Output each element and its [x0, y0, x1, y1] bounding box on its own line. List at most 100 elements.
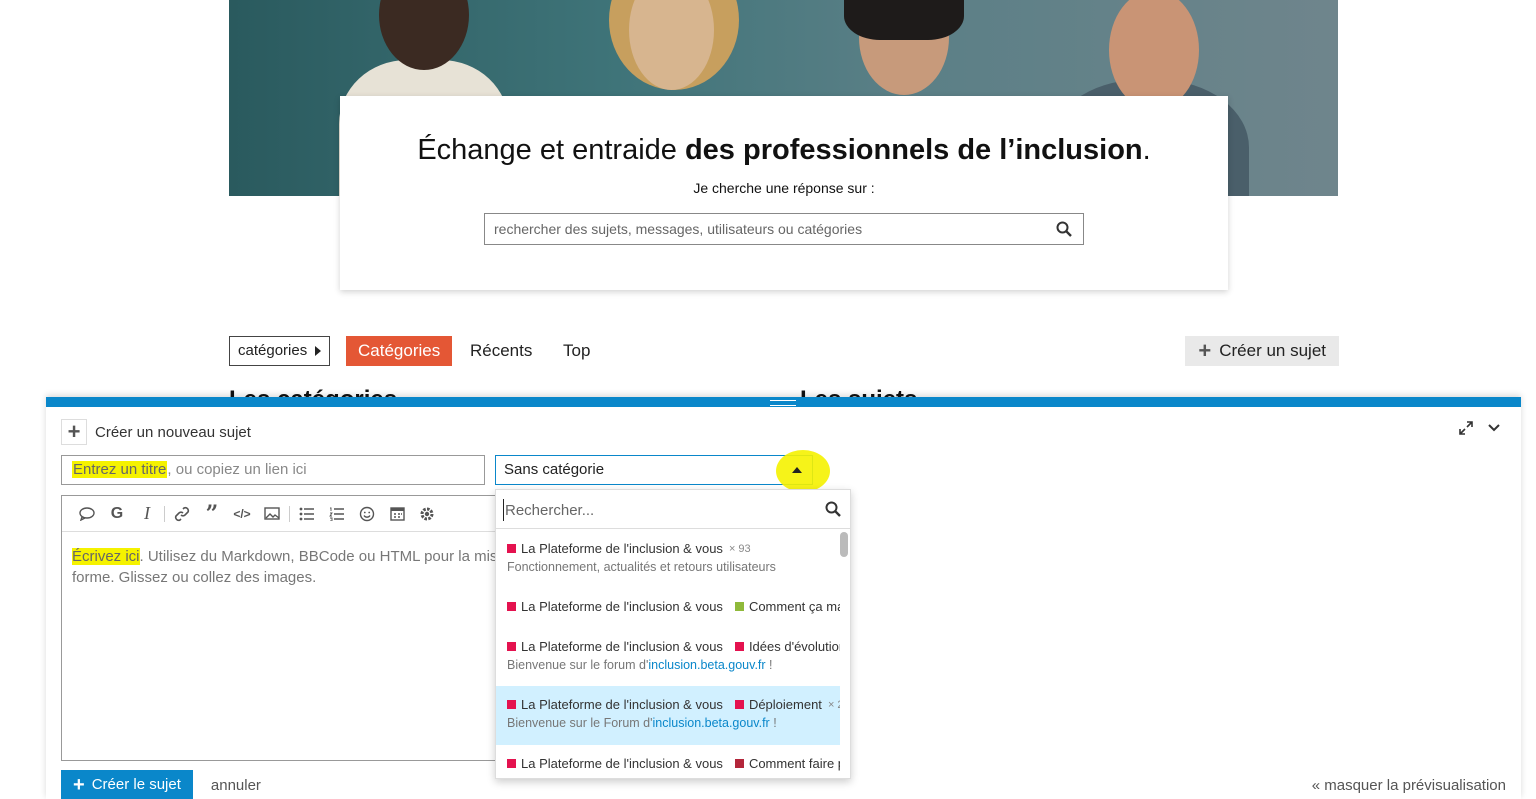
create-topic-submit-button[interactable]: + Créer le sujet: [61, 770, 193, 799]
topic-count: × 2: [827, 698, 840, 711]
category-color-badge: [734, 700, 744, 709]
description-link[interactable]: inclusion.beta.gouv.fr: [648, 658, 765, 672]
category-option-line: La Plateforme de l'inclusion & vous × 93: [507, 541, 830, 556]
blockquote-icon[interactable]: ”: [197, 496, 227, 532]
tab-categories[interactable]: Catégories: [346, 336, 453, 366]
subcategory-name: Idées d'évolution: [748, 639, 840, 654]
composer-controls: [1459, 421, 1501, 435]
subcategory-name: Comment ça marche: [748, 599, 840, 614]
search-icon[interactable]: [1056, 221, 1072, 237]
gear-icon[interactable]: [412, 496, 442, 532]
submit-label: Créer le sujet: [91, 776, 181, 793]
search-icon: [825, 501, 841, 517]
chevron-down-icon[interactable]: [1487, 421, 1501, 435]
parent-category-name: La Plateforme de l'inclusion & vous: [521, 541, 723, 556]
editor-placeholder-highlight: Écrivez ici: [72, 548, 140, 565]
hero-subtitle: Je cherche une réponse sur :: [693, 180, 875, 196]
plus-icon: +: [61, 419, 87, 445]
calendar-icon[interactable]: [382, 496, 412, 532]
category-dropdown-menu: La Plateforme de l'inclusion & vous × 93 F…: [495, 489, 851, 779]
topic-count: × 93: [728, 542, 751, 555]
description-text: Fonctionnement, actualités et retours ut…: [507, 560, 776, 574]
editor-placeholder: Écrivez ici. Utilisez du Markdown, BBCod…: [72, 546, 496, 588]
hero-title: Échange et entraide des professionnels d…: [417, 134, 1151, 166]
category-option-list: La Plateforme de l'inclusion & vous × 93 F…: [496, 530, 840, 778]
hero-search-input[interactable]: [485, 214, 1045, 244]
plus-icon: +: [73, 774, 85, 796]
parent-category-name: La Plateforme de l'inclusion & vous: [521, 756, 723, 771]
category-color-badge: [507, 700, 516, 709]
category-search-box: [496, 490, 850, 529]
navigation-bar: catégories Catégories Récents Top + Crée…: [229, 336, 1339, 366]
composer-action-title[interactable]: + Créer un nouveau sujet: [61, 419, 251, 445]
caret-highlight-mark: [776, 450, 830, 492]
quote-icon[interactable]: [72, 496, 102, 532]
image-icon[interactable]: [257, 496, 287, 532]
italic-icon[interactable]: I: [132, 496, 162, 532]
subcategory-name: Comment faire pour: [748, 756, 840, 771]
category-option-line: La Plateforme de l'inclusion & vous Comme…: [507, 599, 840, 614]
category-option[interactable]: La Plateforme de l'inclusion & vous × 93 F…: [496, 530, 840, 588]
category-option-line: La Plateforme de l'inclusion & vous Idées…: [507, 639, 840, 654]
create-topic-button[interactable]: + Créer un sujet: [1185, 336, 1339, 366]
title-placeholder-rest: , ou copiez un lien ici: [167, 461, 307, 478]
topic-title-input[interactable]: Entrez un titre, ou copiez un lien ici: [61, 455, 485, 485]
topic-editor[interactable]: G I ” </> Écrivez ici. Utilisez du Markd…: [61, 495, 497, 761]
category-description: Bienvenue sur le Forum d'inclusion.beta.…: [507, 716, 830, 730]
caret-up-icon: [792, 467, 802, 473]
create-topic-label: Créer un sujet: [1219, 341, 1326, 360]
toggle-preview-link[interactable]: « masquer la prévisualisation: [1312, 777, 1506, 794]
bullet-list-icon[interactable]: [292, 496, 322, 532]
category-option[interactable]: La Plateforme de l'inclusion & vous Comme…: [496, 588, 840, 628]
description-end: !: [769, 716, 777, 730]
category-option[interactable]: La Plateforme de l'inclusion & vous Déplo…: [496, 686, 840, 745]
scrollbar-thumb[interactable]: [840, 532, 848, 557]
category-option[interactable]: La Plateforme de l'inclusion & vous Comme…: [496, 745, 840, 778]
dropdown-scrollbar[interactable]: [840, 532, 848, 772]
composer-action-label: Créer un nouveau sujet: [95, 423, 251, 441]
description-text: Bienvenue sur le forum d': [507, 658, 649, 672]
category-option[interactable]: La Plateforme de l'inclusion & vous Idées…: [496, 628, 840, 686]
description-link[interactable]: inclusion.beta.gouv.fr: [653, 716, 770, 730]
category-option-line: La Plateforme de l'inclusion & vous Comme…: [507, 756, 840, 771]
category-color-badge: [734, 759, 744, 768]
category-color-badge: [507, 759, 516, 768]
subcategory-name: Déploiement: [748, 697, 822, 712]
categories-dropdown[interactable]: catégories: [229, 336, 331, 366]
parent-category-name: La Plateforme de l'inclusion & vous: [521, 639, 723, 654]
expand-icon[interactable]: [1459, 421, 1473, 435]
title-placeholder-highlight: Entrez un titre: [72, 461, 168, 478]
category-description: Bienvenue sur le forum d'inclusion.beta.…: [507, 658, 830, 672]
plus-icon: +: [1198, 338, 1212, 363]
category-color-badge: [734, 602, 744, 611]
category-color-badge: [734, 642, 744, 651]
category-color-badge: [507, 642, 516, 651]
bold-icon[interactable]: G: [102, 496, 132, 532]
category-option-line: La Plateforme de l'inclusion & vous Déplo…: [507, 697, 840, 712]
parent-category-name: La Plateforme de l'inclusion & vous: [521, 599, 723, 614]
submit-row: + Créer le sujet annuler: [61, 770, 261, 799]
category-chooser-value: Sans catégorie: [504, 461, 605, 478]
composer-resize-grip[interactable]: [770, 400, 796, 406]
categories-dropdown-label: catégories: [238, 342, 308, 359]
caret-right-icon: [315, 346, 322, 356]
category-description: Fonctionnement, actualités et retours ut…: [507, 560, 830, 574]
page: Échange et entraide des professionnels d…: [0, 0, 1536, 799]
emoji-icon[interactable]: [352, 496, 382, 532]
parent-category-name: La Plateforme de l'inclusion & vous: [521, 697, 723, 712]
editor-toolbar: G I ” </>: [62, 496, 496, 532]
link-icon[interactable]: [167, 496, 197, 532]
hero-search-card: Échange et entraide des professionnels d…: [340, 96, 1228, 290]
cancel-link[interactable]: annuler: [211, 777, 261, 794]
description-end: !: [765, 658, 773, 672]
category-color-badge: [507, 544, 516, 553]
description-text: Bienvenue sur le Forum d': [507, 716, 653, 730]
tab-recent[interactable]: Récents: [458, 336, 544, 366]
numbered-list-icon[interactable]: [322, 496, 352, 532]
code-icon[interactable]: </>: [227, 496, 257, 532]
tab-top[interactable]: Top: [551, 336, 602, 366]
category-color-badge: [507, 602, 516, 611]
hero-search-box: [484, 213, 1084, 245]
category-chooser[interactable]: Sans catégorie: [495, 450, 830, 492]
category-search-input[interactable]: [503, 499, 803, 521]
